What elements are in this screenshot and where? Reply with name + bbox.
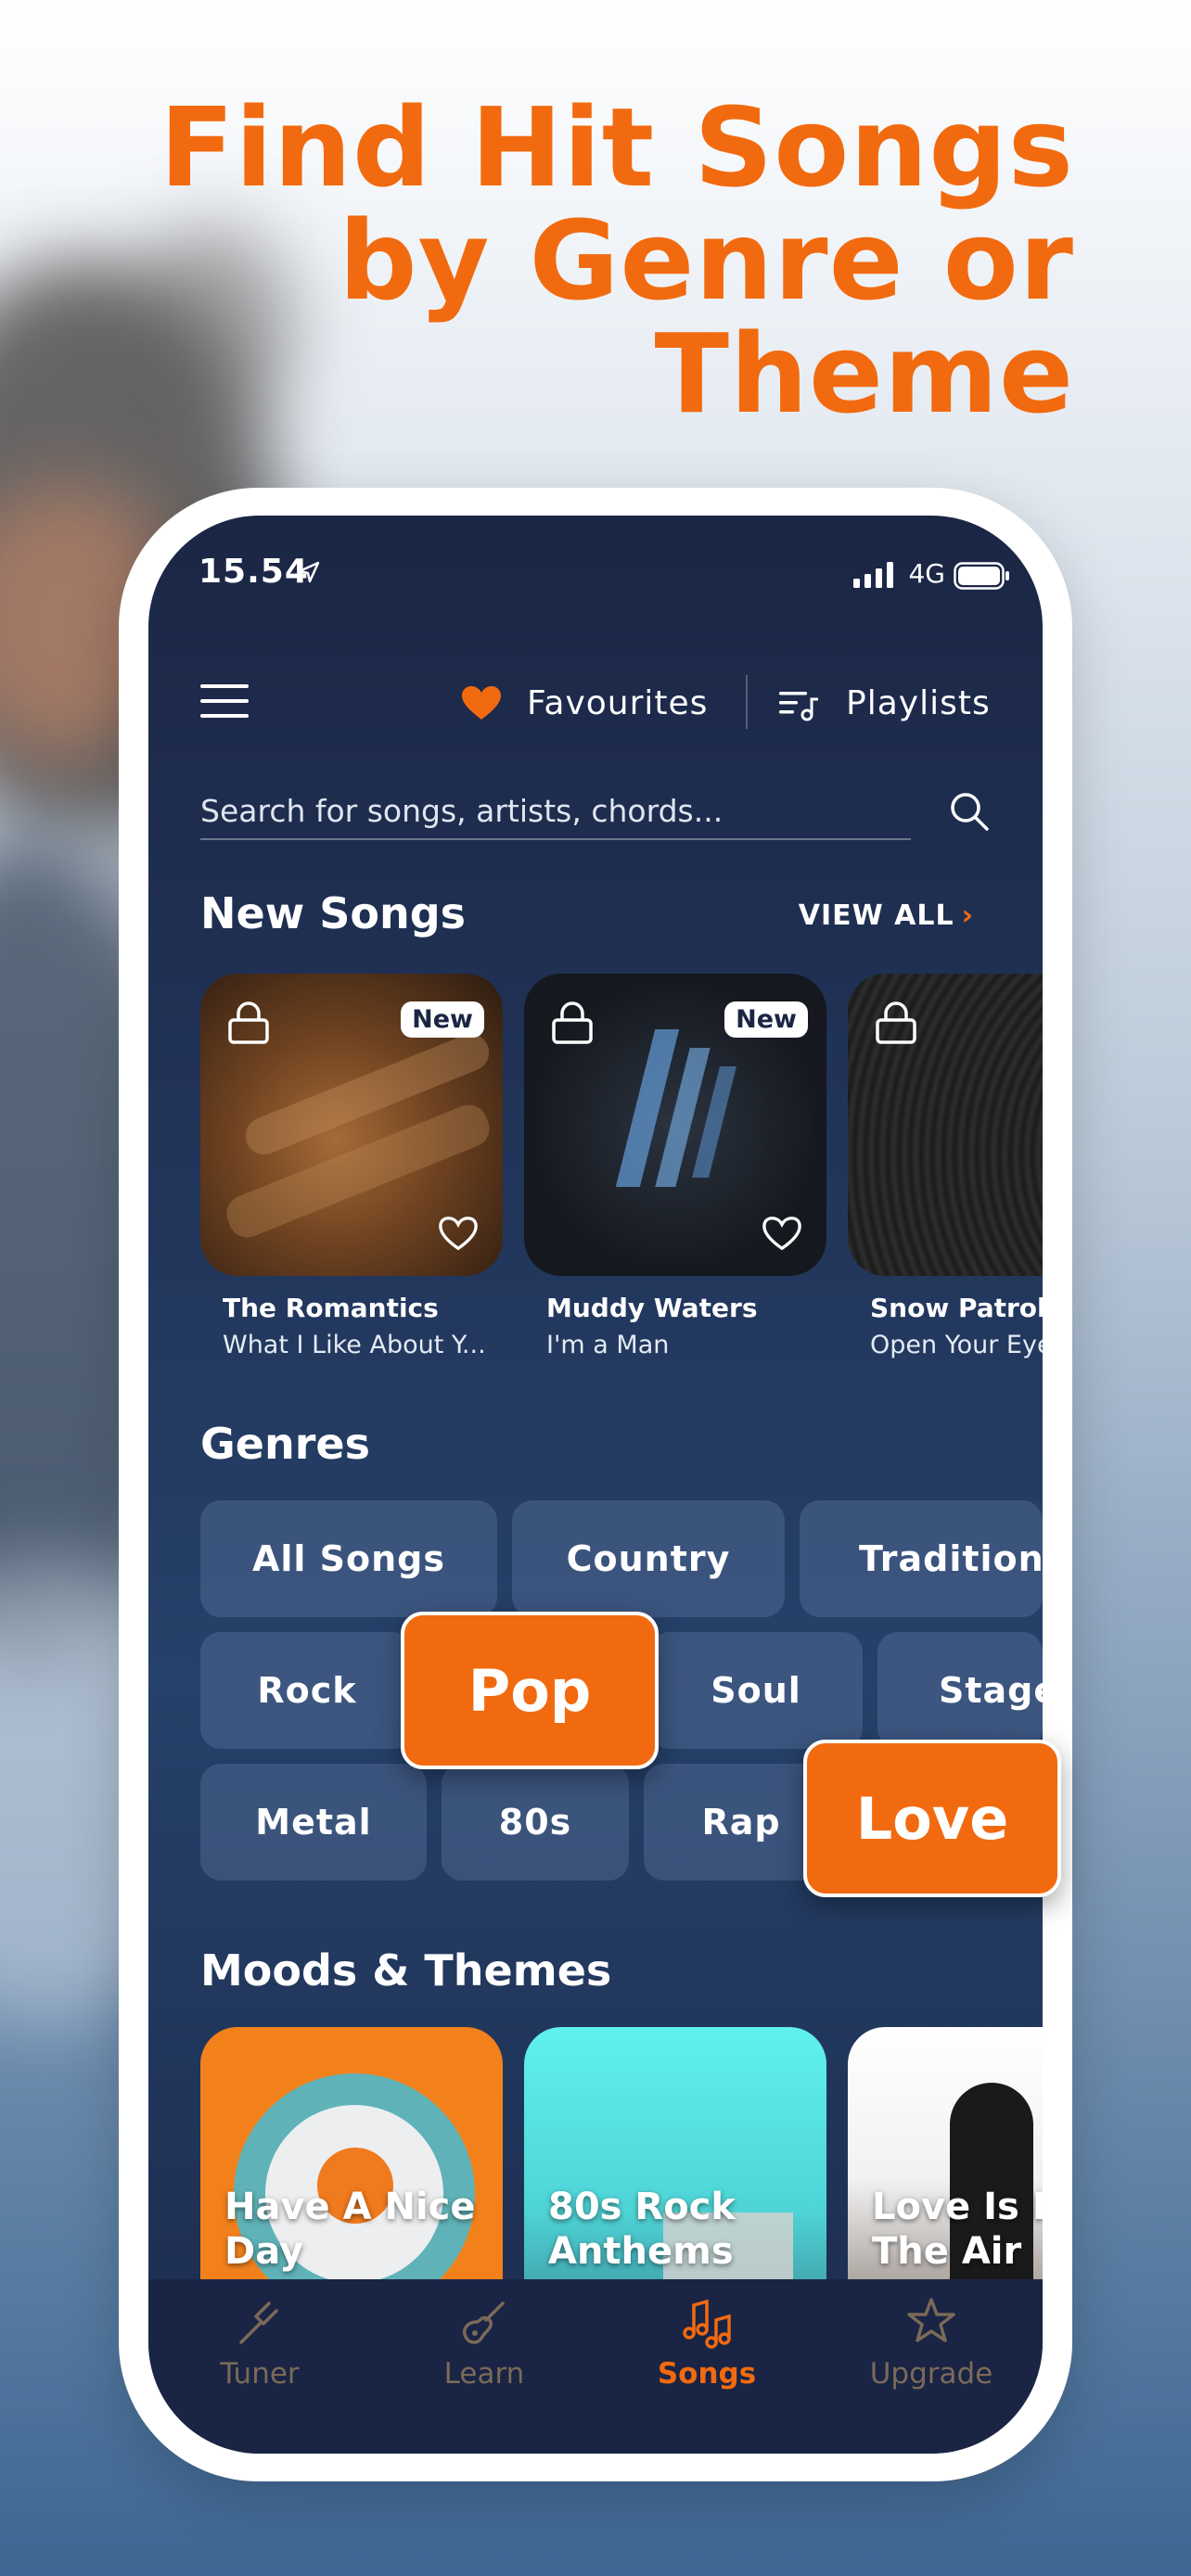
playlists-link[interactable]: Playlists [846, 684, 991, 722]
song-card[interactable]: New Muddy Waters I'm a Man [524, 974, 826, 1359]
genre-chip-soul[interactable]: Soul [649, 1632, 863, 1749]
favourites-link[interactable]: Favourites [527, 684, 708, 722]
tab-label: Songs [657, 2357, 757, 2391]
bottom-tab-bar: Tuner Learn Songs Upgrade [148, 2279, 1043, 2454]
top-nav: Favourites Playlists [148, 671, 1043, 736]
song-card[interactable]: New The Romantics What I Like About Y... [200, 974, 503, 1359]
hamburger-menu-icon[interactable] [200, 682, 249, 720]
tab-tuner[interactable]: Tuner [167, 2279, 352, 2409]
song-artist: Muddy Waters [546, 1293, 758, 1323]
song-artist: The Romantics [223, 1293, 439, 1323]
star-badge-icon [907, 2298, 955, 2342]
new-badge: New [724, 1001, 808, 1038]
app-screen: 15.54 4G Favourites Playlists Search for… [148, 516, 1043, 2454]
heart-outline-icon[interactable] [762, 1215, 802, 1252]
nav-divider [746, 675, 748, 729]
tab-label: Learn [443, 2357, 525, 2391]
genre-chip-metal[interactable]: Metal [200, 1764, 427, 1881]
genre-chip-80s[interactable]: 80s [442, 1764, 629, 1881]
mood-label: Have A Nice Day [224, 2186, 476, 2273]
song-artwork: New [200, 974, 503, 1276]
headline-line-3: Theme [654, 310, 1074, 438]
genre-chip-all-songs[interactable]: All Songs [200, 1500, 497, 1617]
headline-line-1: Find Hit Songs [159, 83, 1074, 211]
mood-label: 80s Rock Anthems [548, 2186, 736, 2273]
new-songs-title: New Songs [200, 888, 466, 938]
mood-chip-love-highlight[interactable]: Love [803, 1740, 1061, 1897]
heart-icon[interactable] [460, 684, 503, 721]
search-bar [200, 783, 991, 848]
genre-chip-pop-highlight[interactable]: Pop [401, 1612, 659, 1769]
lock-icon [552, 1001, 593, 1044]
network-type: 4G [908, 558, 945, 589]
mood-label: Love Is In The Air [872, 2186, 1043, 2273]
tab-learn[interactable]: Learn [391, 2279, 577, 2409]
search-input[interactable] [200, 783, 911, 840]
battery-icon [954, 562, 1009, 590]
song-card[interactable]: Snow Patrol Open Your Eyes [848, 974, 1043, 1359]
heart-outline-icon[interactable] [438, 1215, 479, 1252]
genres-title: Genres [200, 1419, 370, 1469]
view-all-label: VIEW ALL [798, 899, 954, 932]
music-notes-icon [683, 2299, 731, 2349]
song-artist: Snow Patrol [870, 1293, 1043, 1323]
lock-icon [228, 1001, 269, 1044]
guitar-icon [463, 2302, 505, 2344]
genre-chip-stage[interactable]: Stage [877, 1632, 1043, 1749]
playlist-icon[interactable] [779, 690, 820, 721]
view-all-button[interactable]: VIEW ALL › [799, 899, 974, 932]
song-artwork [848, 974, 1043, 1276]
tuner-fork-icon [239, 2302, 278, 2344]
location-arrow-icon [298, 561, 320, 583]
chevron-right-icon: › [961, 899, 974, 932]
song-artwork: New [524, 974, 826, 1276]
tab-upgrade[interactable]: Upgrade [839, 2279, 1024, 2409]
song-title: What I Like About Y... [223, 1331, 486, 1359]
headline-line-2: by Genre or [339, 197, 1074, 325]
genre-chip-rock[interactable]: Rock [200, 1632, 414, 1749]
song-title: Open Your Eyes [870, 1331, 1043, 1359]
lock-icon [876, 1001, 916, 1044]
genre-chip-country[interactable]: Country [512, 1500, 785, 1617]
search-icon[interactable] [948, 790, 991, 833]
tab-label: Tuner [220, 2357, 300, 2391]
genre-chip-traditional[interactable]: Traditional [800, 1500, 1043, 1617]
moods-themes-title: Moods & Themes [200, 1945, 612, 1996]
new-badge: New [401, 1001, 484, 1038]
tab-label: Upgrade [869, 2357, 993, 2391]
status-bar: 15.54 4G [148, 553, 1043, 599]
signal-bars-icon [853, 562, 893, 588]
tab-songs[interactable]: Songs [614, 2279, 800, 2409]
status-time: 15.54 [198, 553, 309, 591]
song-title: I'm a Man [546, 1331, 670, 1359]
promo-headline: Find Hit Songs by Genre or Theme [147, 91, 1074, 430]
